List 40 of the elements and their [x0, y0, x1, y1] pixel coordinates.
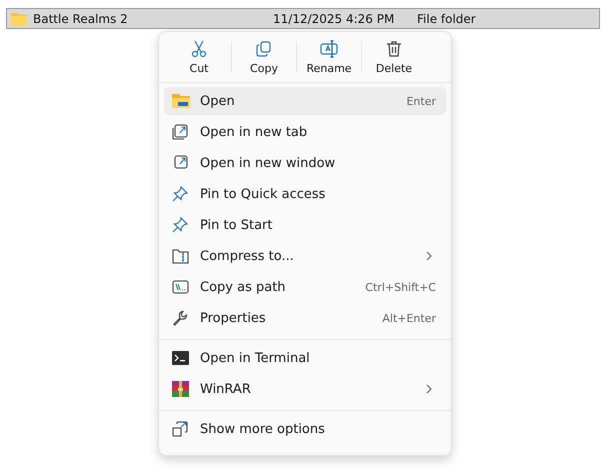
rename-icon [320, 40, 338, 58]
shortcut-text: Enter [406, 94, 436, 108]
new-window-icon [172, 155, 188, 171]
archive-books-icon [172, 381, 189, 397]
menu-item[interactable]: Pin to Start [164, 211, 446, 239]
menu-item[interactable]: Open in new window [164, 149, 446, 177]
toolbar-button[interactable]: Delete [362, 34, 426, 80]
copy-icon [255, 40, 273, 58]
toolbar-button[interactable]: Copy [232, 34, 296, 80]
folder-icon [11, 12, 27, 26]
chevron-right-icon [426, 384, 432, 394]
menu-item[interactable]: Open Enter [164, 87, 446, 115]
file-name: Battle Realms 2 [33, 12, 129, 26]
menu-item[interactable]: Open in new tab [164, 118, 446, 146]
file-type: File folder [417, 12, 476, 26]
menu-item[interactable]: Properties Alt+Enter [164, 304, 446, 332]
scissors-icon [190, 40, 208, 58]
new-tab-icon [172, 124, 188, 140]
more-options-icon [172, 421, 188, 437]
shortcut-text: Ctrl+Shift+C [365, 280, 436, 294]
pin-icon [172, 217, 188, 233]
wrench-icon [172, 310, 188, 326]
trash-icon [385, 40, 403, 58]
chevron-right-icon [426, 251, 432, 261]
menu-item[interactable]: Pin to Quick access [164, 180, 446, 208]
terminal-icon [172, 351, 189, 365]
toolbar-button[interactable]: Rename [297, 34, 361, 80]
file-row[interactable]: Battle Realms 2 11/12/2025 4:26 PM File folder [6, 8, 600, 29]
shortcut-text: Alt+Enter [382, 312, 436, 324]
menu-item[interactable]: Compress to... [164, 242, 446, 270]
menu-item[interactable]: Open in Terminal [164, 344, 446, 372]
file-date: 11/12/2025 4:26 PM [273, 12, 396, 26]
open-folder-icon [172, 93, 190, 109]
toolbar-button[interactable]: Cut [167, 34, 231, 80]
path-icon [172, 280, 189, 294]
zip-folder-icon [172, 248, 189, 264]
menu-item[interactable]: Copy as path Ctrl+Shift+C [164, 273, 446, 301]
menu-item[interactable]: Show more options [164, 415, 446, 443]
pin-icon [172, 186, 188, 202]
menu-item[interactable]: WinRAR [164, 375, 446, 403]
